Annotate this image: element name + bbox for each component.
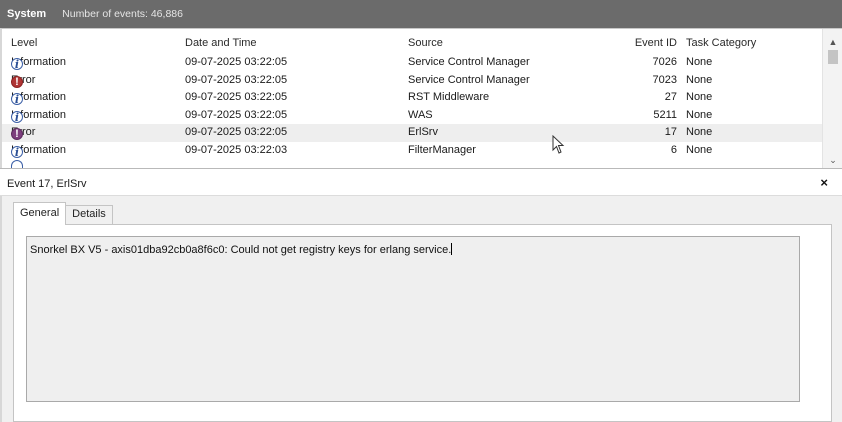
event-id: 5211 <box>653 108 677 121</box>
log-title-bar: System Number of events: 46,886 <box>0 0 842 28</box>
close-icon[interactable]: × <box>820 175 828 190</box>
event-level: ! Error <box>11 126 35 140</box>
event-source: ErlSrv <box>408 126 438 138</box>
column-header-event-id[interactable]: Event ID <box>617 37 677 49</box>
event-level: i Information <box>11 109 66 123</box>
event-date: 09-07-2025 03:22:05 <box>185 73 288 86</box>
information-icon: i <box>11 93 23 105</box>
event-source: Service Control Manager <box>408 73 530 86</box>
event-source: Service Control Manager <box>408 56 530 68</box>
event-description-text: Snorkel BX V5 - axis01dba92cb0a8f6c0: Co… <box>30 244 452 256</box>
event-level: i Information <box>11 91 66 105</box>
event-row[interactable]: ! Error 09-07-2025 03:22:05 Service Control… <box>2 72 822 90</box>
event-date: 09-07-2025 03:22:03 <box>185 143 288 156</box>
event-id: 7023 <box>652 73 677 86</box>
column-header-level[interactable]: Level <box>11 37 37 49</box>
information-icon: i <box>11 145 23 158</box>
event-date: 09-07-2025 03:22:05 <box>185 91 288 103</box>
scroll-up-icon[interactable]: ▲ <box>823 35 842 49</box>
event-row[interactable]: i Information 09-07-2025 03:22:05 Service C… <box>2 54 822 72</box>
event-id: 7026 <box>652 56 677 68</box>
event-detail-title: Event 17, ErlSrv <box>7 178 87 190</box>
event-row[interactable]: i Information 09-07-2025 03:22:03 FilterMan… <box>2 142 822 160</box>
information-icon <box>11 160 23 168</box>
event-task-category: None <box>686 91 713 103</box>
text-caret <box>451 243 453 255</box>
column-header-task-category[interactable]: Task Category <box>686 37 756 49</box>
column-header-source[interactable]: Source <box>408 37 443 49</box>
event-row[interactable]: ! Error 09-07-2025 03:22:05 ErlSrv 17 None <box>2 124 822 142</box>
scroll-down-icon[interactable]: ⌄ <box>823 153 842 167</box>
tab-details[interactable]: Details <box>65 205 113 224</box>
event-task-category: None <box>686 73 713 86</box>
event-detail-header: Event 17, ErlSrv × <box>0 168 842 196</box>
event-id: 27 <box>664 91 677 103</box>
event-level: i Information <box>11 56 66 70</box>
event-task-category: None <box>686 56 713 68</box>
event-date: 09-07-2025 03:22:05 <box>185 56 288 68</box>
information-icon: i <box>11 110 23 123</box>
event-detail-pane: General Details Snorkel BX V5 - axis01db… <box>0 196 842 422</box>
mouse-cursor-icon <box>552 135 565 154</box>
information-icon: i <box>11 58 23 70</box>
event-id: 17 <box>664 126 677 138</box>
event-list-header: Level Date and Time Source Event ID Task… <box>2 29 822 51</box>
event-task-category: None <box>686 143 713 156</box>
event-row[interactable]: i Information 09-07-2025 03:22:05 RST Middl… <box>2 89 822 107</box>
general-tab-panel: Snorkel BX V5 - axis01dba92cb0a8f6c0: Co… <box>13 224 832 422</box>
event-task-category: None <box>686 126 713 138</box>
event-list[interactable]: Level Date and Time Source Event ID Task… <box>0 28 842 168</box>
event-date: 09-07-2025 03:22:05 <box>185 126 288 138</box>
event-level: ! Error <box>11 74 35 88</box>
log-name: System <box>7 8 47 20</box>
event-id: 6 <box>670 143 677 156</box>
tab-general[interactable]: General <box>13 202 67 225</box>
event-count: Number of events: 46,886 <box>62 8 183 20</box>
error-icon: ! <box>11 75 23 88</box>
event-source: WAS <box>408 108 433 121</box>
error-icon: ! <box>11 128 23 140</box>
event-row[interactable]: i Information 09-07-2025 03:22:05 WAS 5211 No… <box>2 107 822 125</box>
event-description[interactable]: Snorkel BX V5 - axis01dba92cb0a8f6c0: Co… <box>26 236 800 402</box>
event-source: FilterManager <box>408 143 476 156</box>
event-source: RST Middleware <box>408 91 490 103</box>
event-task-category: None <box>686 108 713 121</box>
scroll-thumb[interactable] <box>828 50 838 64</box>
detail-tabs: General Details <box>13 202 113 225</box>
event-list-scrollbar[interactable]: ▲ ⌄ <box>822 29 842 168</box>
event-rows: i Information 09-07-2025 03:22:05 Service C… <box>2 54 822 159</box>
column-header-date[interactable]: Date and Time <box>185 37 257 49</box>
event-date: 09-07-2025 03:22:05 <box>185 108 288 121</box>
event-level: i Information <box>11 144 66 158</box>
